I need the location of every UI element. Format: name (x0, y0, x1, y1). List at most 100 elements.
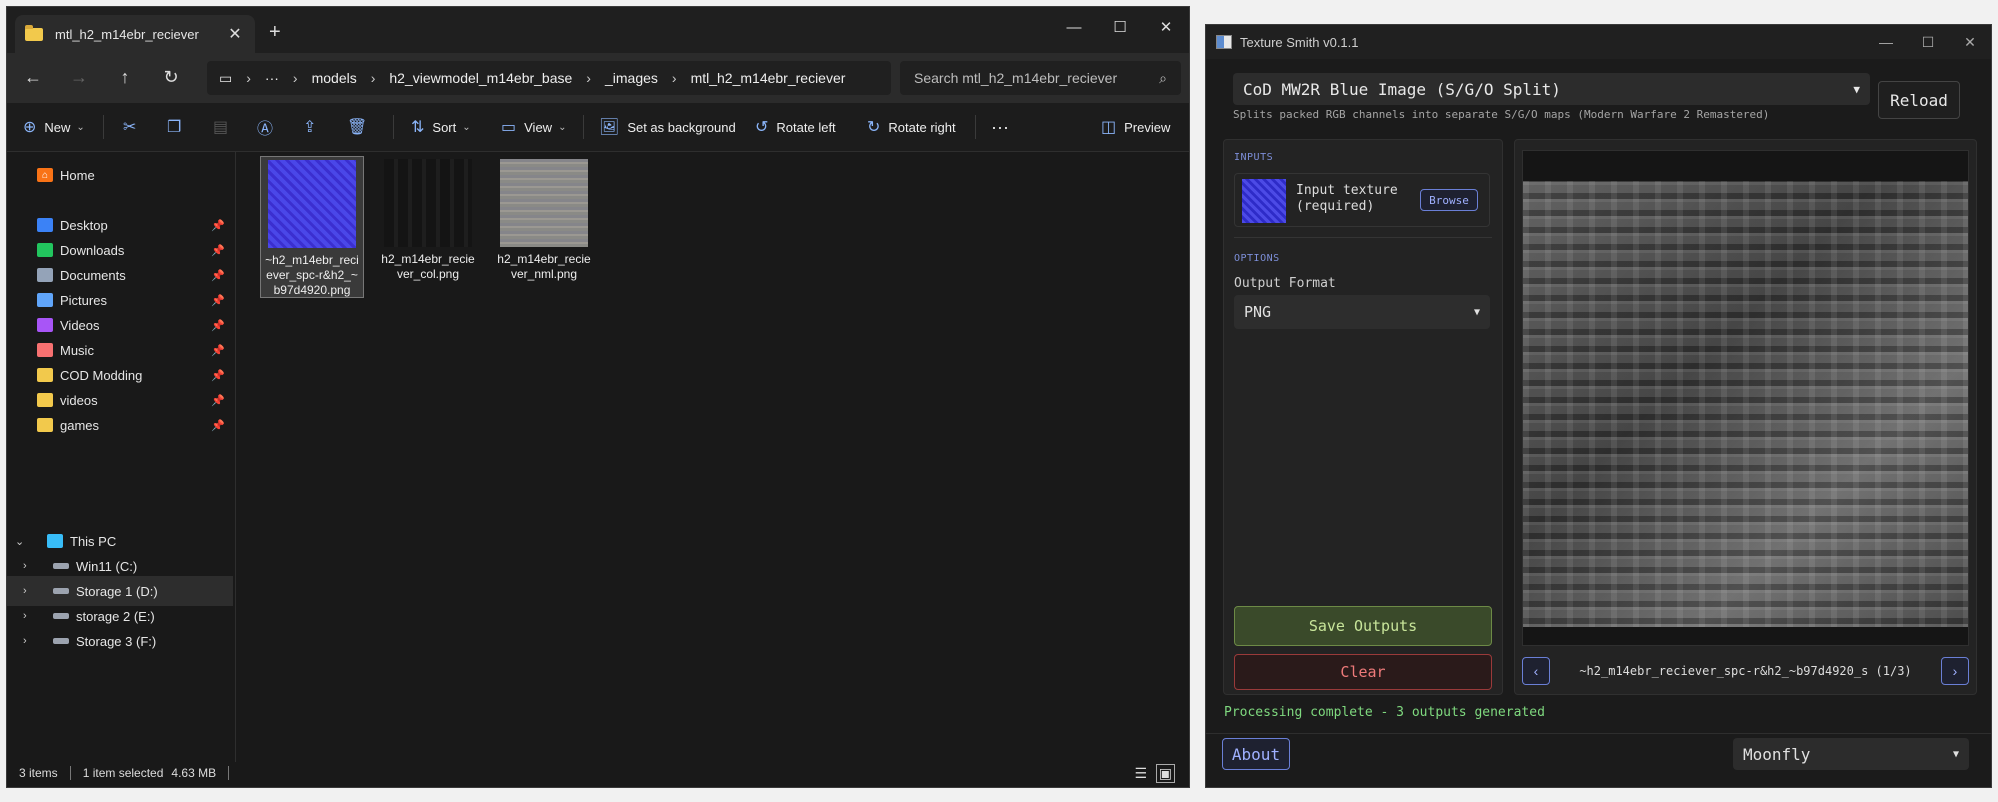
forward-icon[interactable]: → (67, 67, 91, 88)
new-button[interactable]: ⊕ New ⌄ (23, 103, 85, 151)
chevron-right-icon: › (671, 70, 677, 86)
cut-button[interactable]: ✂ (123, 103, 144, 151)
refresh-icon[interactable]: ↻ (159, 67, 183, 88)
address-bar[interactable]: ▭ › ··· › models › h2_viewmodel_m14ebr_b… (207, 61, 891, 95)
reload-button[interactable]: Reload (1878, 81, 1960, 119)
drive-icon (53, 588, 69, 594)
close-button[interactable]: ✕ (1143, 7, 1189, 47)
new-tab-button[interactable]: + (269, 21, 281, 44)
input-label-line: (required) (1296, 199, 1375, 214)
save-outputs-button[interactable]: Save Outputs (1234, 606, 1492, 646)
breadcrumb-overflow[interactable]: ··· (265, 70, 279, 86)
sort-icon: ⇅ (411, 119, 425, 136)
monitor-icon: ▭ (219, 69, 233, 86)
sidebar-item-drive[interactable]: › Storage 3 (F:) (7, 626, 233, 656)
sidebar-item-games[interactable]: games 📌 (7, 410, 233, 440)
file-thumbnail (268, 160, 356, 248)
details-view-icon[interactable]: ☰ (1134, 765, 1147, 782)
copy-button[interactable]: ❐ (167, 103, 189, 151)
video-icon (37, 318, 53, 332)
sidebar-item-label: storage 2 (E:) (76, 608, 155, 624)
sidebar-item-label: Storage 3 (F:) (76, 633, 157, 649)
share-button[interactable]: ⇪ (303, 103, 324, 151)
pin-icon[interactable]: 📌 (211, 394, 225, 407)
pin-icon[interactable]: 📌 (211, 369, 225, 382)
sidebar-item-label: Win11 (C:) (76, 558, 138, 574)
sidebar-item-home[interactable]: ⌂ Home (7, 160, 233, 190)
search-input[interactable]: Search mtl_h2_m14ebr_reciever ⌕ (900, 61, 1181, 95)
file-item-spc[interactable]: ~h2_m14ebr_reci ever_spc-r&h2_~ b97d4920… (260, 156, 364, 298)
chevron-right-icon[interactable]: › (23, 610, 27, 622)
rotate-right-icon: ↻ (867, 119, 881, 136)
folder-icon (37, 393, 53, 407)
explorer-tab[interactable]: mtl_h2_m14ebr_reciever ✕ (15, 15, 255, 53)
breadcrumb-current[interactable]: mtl_h2_m14ebr_reciever (691, 70, 846, 86)
item-count: 3 items (19, 766, 58, 780)
drive-icon (53, 638, 69, 644)
pin-icon[interactable]: 📌 (211, 269, 225, 282)
view-button[interactable]: ▭ View ⌄ (501, 103, 566, 151)
chevron-right-icon[interactable]: › (23, 560, 27, 572)
breadcrumb-viewmodel[interactable]: h2_viewmodel_m14ebr_base (389, 70, 572, 86)
tiles-view-icon[interactable]: ▣ (1155, 763, 1175, 783)
rotate-right-label: Rotate right (888, 119, 956, 135)
paste-button[interactable]: ▤ (213, 103, 236, 151)
breadcrumb-images[interactable]: _images (605, 70, 658, 86)
theme-value: Moonfly (1743, 744, 1811, 764)
next-output-button[interactable]: › (1941, 657, 1969, 685)
breadcrumb-models[interactable]: models (312, 70, 357, 86)
sidebar-item-label: games (60, 417, 100, 433)
pin-icon[interactable]: 📌 (211, 294, 225, 307)
status-message: Processing complete - 3 outputs generate… (1224, 705, 1545, 720)
file-item-nml[interactable]: h2_m14ebr_recie ver_nml.png (492, 156, 596, 298)
maximize-button[interactable]: ☐ (1908, 25, 1948, 59)
rename-button[interactable]: Ⓐ (257, 103, 281, 151)
pin-icon[interactable]: 📌 (211, 344, 225, 357)
set-background-button[interactable]: 🖼 Set as background (599, 103, 736, 151)
tab-close-icon[interactable]: ✕ (225, 24, 245, 44)
rotate-left-button[interactable]: ↺ Rotate left (755, 103, 836, 151)
file-name-line: h2_m14ebr_recie (381, 252, 475, 266)
minimize-button[interactable]: — (1866, 25, 1906, 59)
pin-icon[interactable]: 📌 (211, 244, 225, 257)
clear-button[interactable]: Clear (1234, 654, 1492, 690)
back-icon[interactable]: ← (21, 67, 45, 88)
options-section-title: OPTIONS (1234, 253, 1280, 264)
output-format-value: PNG (1244, 303, 1272, 321)
preview-pane-button[interactable]: ◫ Preview (1101, 103, 1170, 151)
view-icon: ▭ (501, 119, 517, 136)
delete-button[interactable]: 🗑 (347, 103, 375, 151)
set-background-label: Set as background (627, 119, 736, 135)
selection-size: 4.63 MB (171, 766, 217, 780)
file-item-col[interactable]: h2_m14ebr_recie ver_col.png (376, 156, 480, 298)
divider (975, 115, 976, 139)
chevron-right-icon: › (586, 70, 591, 86)
profile-select[interactable]: CoD MW2R Blue Image (S/G/O Split) ▼ (1233, 73, 1870, 105)
about-button[interactable]: About (1222, 738, 1290, 770)
pin-icon[interactable]: 📌 (211, 419, 225, 432)
pin-icon[interactable]: 📌 (211, 319, 225, 332)
settings-panel: INPUTS Input texture (required) Browse O… (1223, 139, 1503, 695)
file-name-line: ver_col.png (396, 267, 460, 281)
maximize-button[interactable]: ☐ (1097, 7, 1143, 47)
sort-button[interactable]: ⇅ Sort ⌄ (411, 103, 471, 151)
sidebar-item-label: Pictures (60, 292, 107, 308)
close-button[interactable]: ✕ (1950, 25, 1990, 59)
output-format-select[interactable]: PNG ▼ (1234, 295, 1490, 329)
theme-select[interactable]: Moonfly ▼ (1733, 738, 1969, 770)
share-icon: ⇪ (303, 119, 317, 136)
minimize-button[interactable]: — (1051, 7, 1097, 47)
search-icon: ⌕ (1159, 69, 1167, 86)
file-name-line: h2_m14ebr_recie (497, 252, 591, 266)
more-options-button[interactable]: ··· (991, 103, 1009, 151)
rotate-right-button[interactable]: ↻ Rotate right (867, 103, 956, 151)
sidebar-item-label: Home (60, 167, 95, 183)
chevron-down-icon: ⌄ (558, 121, 567, 133)
pin-icon[interactable]: 📌 (211, 219, 225, 232)
up-icon[interactable]: ↑ (113, 67, 137, 88)
chevron-right-icon[interactable]: › (23, 635, 27, 647)
previous-output-button[interactable]: ‹ (1522, 657, 1550, 685)
chevron-right-icon[interactable]: › (23, 585, 27, 597)
dropdown-arrow-icon: ▼ (1473, 306, 1480, 318)
browse-button[interactable]: Browse (1420, 189, 1478, 211)
